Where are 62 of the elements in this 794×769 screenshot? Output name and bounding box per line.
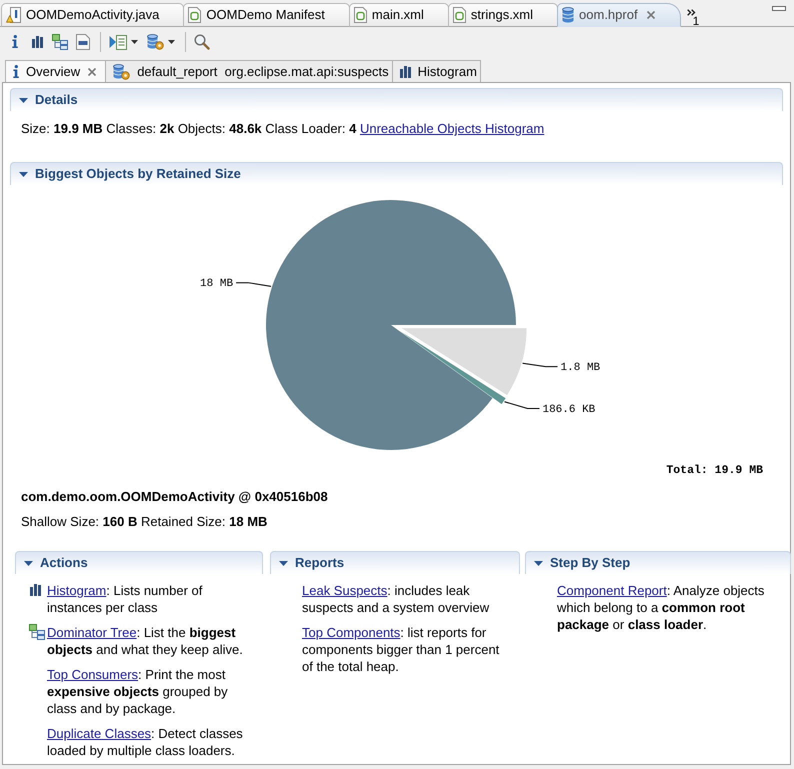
caret-down-icon[interactable] [279,560,288,566]
histogram-icon[interactable] [32,36,42,48]
action-description: Duplicate Classes: Detect classes loaded by multiple class loaders. [47,725,244,759]
editor-tab[interactable]: oom.hprof [557,3,681,27]
close-icon[interactable] [646,10,656,20]
tree-icon[interactable] [52,34,68,50]
search-icon[interactable] [194,34,210,50]
leader-line [522,362,558,368]
object-name: com.demo.oom.OOMDemoActivity @ 0x40516b08 [21,488,329,505]
action-description: Top Consumers: Print the most expensive objects grouped by class and by package. [47,666,229,717]
document-icon[interactable] [76,34,90,50]
tree-icon[interactable] [29,624,45,640]
section-header[interactable]: Details [10,88,783,111]
info-icon[interactable] [12,35,18,48]
play-list-icon[interactable] [109,34,127,50]
action-description: Component Report: Analyze objects which belong to a common root package or class loader. [557,582,766,633]
action-link[interactable]: Top Consumers [47,667,138,682]
caret-icon[interactable] [131,40,138,44]
more-tabs-button[interactable]: 1 [686,0,700,26]
action-description: Dominator Tree: List the biggest objects and what they keep alive. [47,624,244,658]
heap-summary: Size: 19.9 MB Classes: 2k Objects: 48.6k Class Loader: 4 Unreachable Objects Histogram [21,120,546,137]
info-icon [13,65,19,78]
action-link[interactable]: Top Components [302,625,400,640]
action-link[interactable]: Component Report [557,583,667,598]
view-tab[interactable]: Overview [5,60,106,82]
leader-line [236,282,272,287]
close-icon[interactable] [87,66,98,76]
view-tab[interactable]: default_report org.eclipse.mat.api:suspects [105,60,393,82]
action-link[interactable]: Duplicate Classes [47,726,152,741]
histogram-link[interactable]: Unreachable Objects Histogram [360,121,544,136]
action-link[interactable]: Leak Suspects [302,583,388,598]
editor-tab[interactable]: main.xml [348,3,449,27]
section-header[interactable]: Step By Step [525,551,791,574]
section-header[interactable]: Actions [15,551,263,574]
histogram-icon [400,66,411,78]
editor-tab[interactable]: strings.xml [448,3,558,27]
action-link[interactable]: Dominator Tree [47,625,137,640]
caret-down-icon[interactable] [24,560,33,566]
histogram-icon[interactable] [30,584,41,596]
leader-line [504,401,540,409]
object-sizes: Shallow Size: 160 B Retained Size: 18 MB [21,513,268,530]
view-tab[interactable]: Histogram [392,60,481,82]
caret-icon[interactable] [168,40,175,44]
database-gear-icon [113,64,130,80]
caret-down-icon[interactable] [19,98,28,102]
value-label: 18 MB [200,278,234,290]
action-description: Histogram: Lists number of instances per class [47,582,204,616]
section-header[interactable]: Biggest Objects by Retained Size [10,162,783,185]
action-description: Top Components: list reports for components bigger than 1 percent of the total heap. [302,624,500,675]
editor-tab[interactable]: OOMDemoActivity.java [1,3,184,27]
action-description: Leak Suspects: includes leak suspects and a system overview [302,582,490,616]
value-label: 1.8 MB [560,362,600,374]
chart-total-label: Total: 19.9 MB [666,464,763,477]
editor-tab[interactable]: OOMDemo Manifest [183,3,350,27]
section-header[interactable]: Reports [270,551,520,574]
value-label: 186.6 KB [542,404,596,416]
caret-down-icon[interactable] [19,172,28,176]
database-gear-icon[interactable] [147,34,164,50]
chevrons-icon[interactable] [686,9,696,16]
caret-down-icon[interactable] [534,560,543,566]
minimize-icon[interactable] [772,6,786,11]
action-link[interactable]: Histogram [47,583,106,598]
